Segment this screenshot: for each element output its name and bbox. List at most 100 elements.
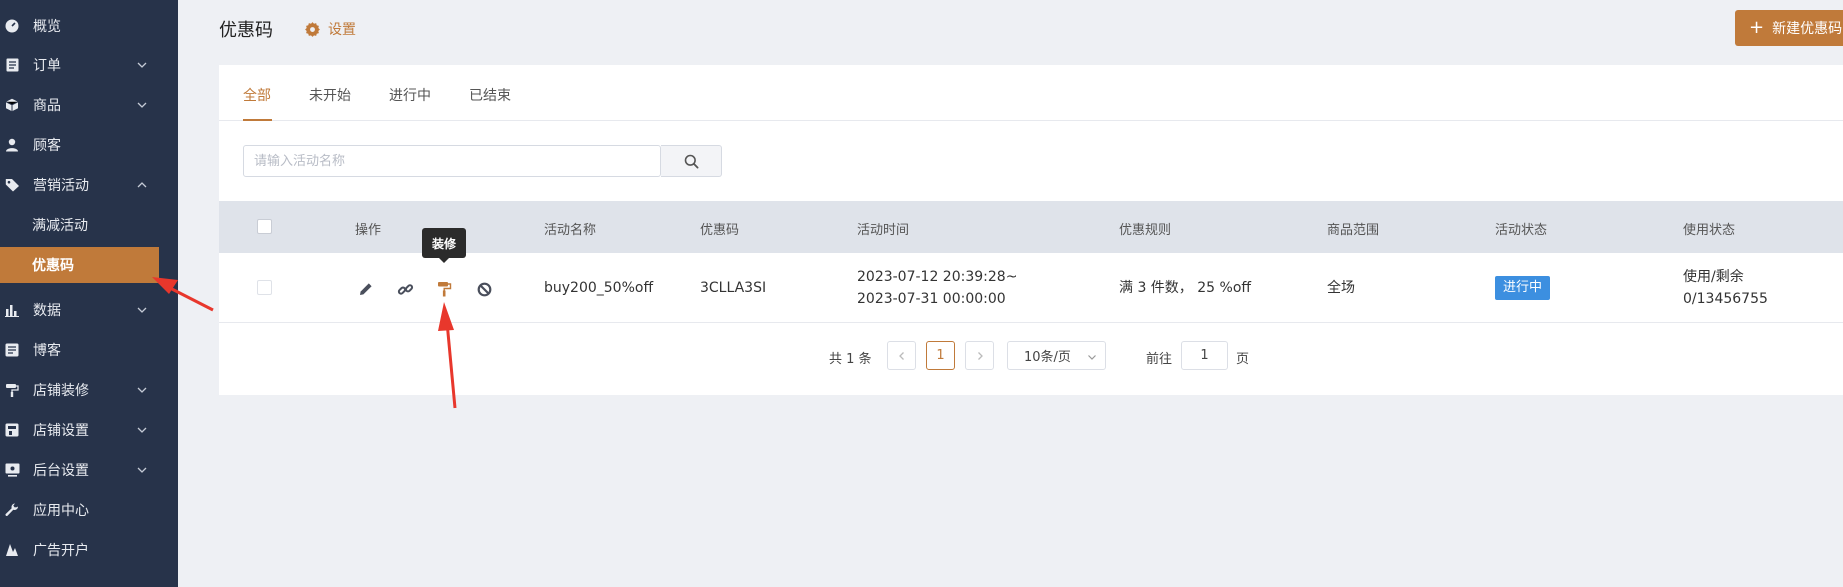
chevron-down-icon: [137, 387, 147, 393]
status-tabs: 全部 未开始 进行中 已结束: [219, 65, 1843, 121]
sidebar-item-full-reduction[interactable]: 满减活动: [0, 210, 178, 240]
sidebar-item-admin-settings[interactable]: 后台设置: [0, 455, 178, 485]
paint-roller-icon: [4, 382, 20, 398]
chevron-down-icon: [137, 467, 147, 473]
activity-name: buy200_50%off: [544, 280, 654, 296]
chevron-left-icon: [898, 351, 904, 360]
plus-icon: +: [1749, 17, 1765, 38]
ads-icon: [4, 542, 20, 558]
tab-not-started[interactable]: 未开始: [309, 85, 351, 105]
wrench-icon: [4, 502, 20, 518]
table-row: buy200_50%off 3CLLA3SI 2023-07-12 20:39:…: [219, 253, 1843, 323]
user-icon: [4, 137, 20, 153]
sidebar-item-label: 应用中心: [33, 503, 89, 519]
sidebar-item-products[interactable]: 商品: [0, 90, 178, 120]
column-header: 活动状态: [1495, 223, 1548, 238]
column-header: 使用状态: [1683, 223, 1736, 238]
usage-value: 0/13456755: [1683, 291, 1768, 307]
settings-link[interactable]: 设置: [305, 19, 356, 39]
tab-ended[interactable]: 已结束: [469, 85, 511, 105]
discount-rule: 满 3 件数， 25 %off: [1119, 280, 1252, 296]
column-header: 商品范围: [1327, 223, 1380, 238]
sidebar-item-label: 数据: [33, 303, 61, 319]
page-number-button[interactable]: 1: [926, 341, 955, 370]
search-icon: [684, 154, 698, 168]
edit-icon[interactable]: [357, 280, 375, 298]
goto-page-input[interactable]: [1181, 341, 1228, 370]
sidebar-item-label: 顾客: [33, 138, 61, 154]
sidebar-item-store-decoration[interactable]: 店铺装修: [0, 375, 178, 405]
chevron-down-icon: [137, 62, 147, 68]
chevron-down-icon: [137, 307, 147, 313]
bar-chart-icon: [4, 302, 20, 318]
product-scope: 全场: [1327, 280, 1355, 296]
tab-all[interactable]: 全部: [243, 85, 271, 105]
gauge-icon: [4, 18, 20, 34]
sidebar-item-label: 店铺装修: [33, 383, 89, 399]
select-all-checkbox[interactable]: [257, 219, 272, 234]
sidebar-item-label: 概览: [33, 19, 61, 35]
sidebar-item-overview[interactable]: 概览: [0, 11, 178, 41]
sidebar-item-coupon-code[interactable]: 优惠码: [0, 247, 159, 283]
sidebar-item-customers[interactable]: 顾客: [0, 130, 178, 160]
sidebar-item-ads[interactable]: 广告开户: [0, 535, 178, 565]
page-size-select[interactable]: 10条/页: [1007, 341, 1106, 370]
sidebar-item-label: 商品: [33, 98, 61, 114]
tab-in-progress[interactable]: 进行中: [389, 85, 431, 105]
chevron-right-icon: [977, 351, 983, 360]
blog-icon: [4, 342, 20, 358]
sidebar-item-label: 博客: [33, 343, 61, 359]
sidebar-item-marketing[interactable]: 营销活动: [0, 170, 178, 200]
status-badge: 进行中: [1495, 276, 1551, 300]
gear-icon: [305, 21, 320, 37]
link-icon[interactable]: [396, 280, 414, 298]
search-input[interactable]: [244, 146, 662, 176]
column-header: 操作: [355, 223, 382, 238]
store-icon: [4, 422, 20, 438]
page-suffix: 页: [1236, 352, 1250, 367]
sidebar-item-label: 满减活动: [32, 218, 88, 234]
chevron-down-icon: [1088, 355, 1096, 360]
order-icon: [4, 57, 20, 73]
cube-icon: [4, 97, 20, 113]
sidebar: 概览 订单 商品 顾客 营销活动 满减活动 优惠码 数据 博客 店铺装修 店铺设…: [0, 0, 178, 587]
tab-active-indicator: [243, 119, 272, 121]
sidebar-item-label: 广告开户: [33, 543, 89, 559]
search-box: [243, 145, 662, 177]
settings-label: 设置: [328, 22, 356, 38]
sidebar-item-data[interactable]: 数据: [0, 295, 178, 325]
next-page-button[interactable]: [965, 341, 994, 370]
usage-label: 使用/剩余: [1683, 269, 1744, 285]
prev-page-button[interactable]: [887, 341, 916, 370]
sidebar-item-label: 订单: [33, 58, 61, 74]
sidebar-item-label: 营销活动: [33, 178, 89, 194]
sidebar-item-blog[interactable]: 博客: [0, 335, 178, 365]
decorate-tooltip: 装修: [422, 228, 466, 263]
page-size-value: 10条/页: [1024, 350, 1071, 365]
column-header: 活动名称: [544, 223, 597, 238]
monitor-icon: [4, 462, 20, 478]
tag-icon: [4, 177, 20, 193]
column-header: 优惠规则: [1119, 223, 1172, 238]
new-coupon-button[interactable]: + 新建优惠码: [1735, 10, 1843, 46]
activity-time-end: 2023-07-31 00:00:00: [857, 291, 1006, 307]
new-coupon-label: 新建优惠码: [1772, 21, 1843, 37]
chevron-down-icon: [137, 427, 147, 433]
sidebar-item-app-center[interactable]: 应用中心: [0, 495, 178, 525]
disable-icon[interactable]: [475, 280, 493, 298]
paint-roller-icon[interactable]: [435, 280, 453, 298]
page-title: 优惠码: [219, 20, 273, 41]
search-button[interactable]: [661, 145, 722, 177]
sidebar-item-label: 店铺设置: [33, 423, 89, 439]
chevron-down-icon: [137, 102, 147, 108]
goto-label: 前往: [1146, 352, 1173, 367]
column-header: 活动时间: [857, 223, 910, 238]
sidebar-item-orders[interactable]: 订单: [0, 50, 178, 80]
sidebar-item-label: 优惠码: [32, 258, 74, 274]
sidebar-item-store-settings[interactable]: 店铺设置: [0, 415, 178, 445]
activity-time-start: 2023-07-12 20:39:28~: [857, 269, 1018, 285]
row-checkbox[interactable]: [257, 280, 272, 295]
chevron-up-icon: [137, 182, 147, 188]
column-header: 优惠码: [700, 223, 740, 238]
coupon-code: 3CLLA3SI: [700, 280, 767, 296]
